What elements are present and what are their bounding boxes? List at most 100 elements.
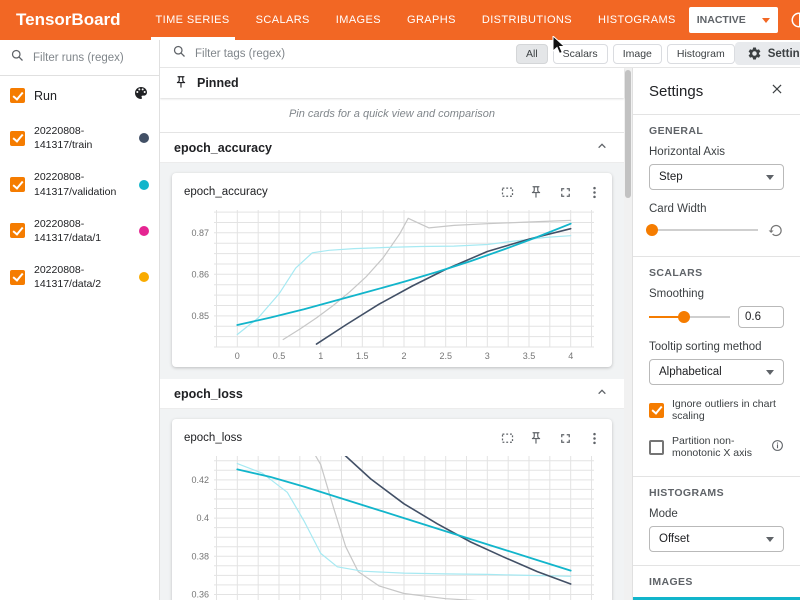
- tab-distributions[interactable]: DISTRIBUTIONS: [469, 0, 585, 40]
- run-checkbox[interactable]: [10, 131, 25, 146]
- filter-tags-input[interactable]: [195, 48, 504, 60]
- images-section-label: IMAGES: [633, 576, 800, 597]
- select-all-runs-checkbox[interactable]: [10, 88, 25, 103]
- chevron-down-icon: [762, 18, 770, 23]
- epoch-loss-chart[interactable]: 00.511.522.533.540.420.40.380.36: [182, 451, 602, 600]
- section-title: epoch_loss: [174, 387, 243, 401]
- close-icon[interactable]: [770, 82, 784, 100]
- checkbox-icon: [649, 440, 664, 455]
- run-checkbox[interactable]: [10, 223, 25, 238]
- run-label: 20220808-141317/data/2: [34, 263, 130, 291]
- runs-column-header: Run: [34, 89, 124, 103]
- pin-card-icon[interactable]: [528, 184, 544, 200]
- fit-to-data-icon[interactable]: [499, 184, 515, 200]
- run-color-dot: [139, 133, 149, 143]
- tab-label: TIME SERIES: [156, 14, 230, 26]
- svg-text:0.87: 0.87: [191, 228, 209, 238]
- svg-text:0.85: 0.85: [191, 311, 209, 321]
- partition-x-axis-checkbox[interactable]: Partition non-monotonic X axis: [633, 435, 800, 472]
- svg-text:1.5: 1.5: [356, 351, 369, 361]
- tab-label: HISTOGRAMS: [598, 14, 676, 26]
- section-title: epoch_accuracy: [174, 141, 272, 155]
- tab-scalars[interactable]: SCALARS: [243, 0, 323, 40]
- tab-label: DISTRIBUTIONS: [482, 14, 572, 26]
- nav-tabs: TIME SERIES SCALARS IMAGES GRAPHS DISTRI…: [143, 0, 689, 40]
- kebab-menu-icon[interactable]: [586, 184, 602, 200]
- settings-button[interactable]: Settings: [735, 42, 800, 65]
- pinned-empty-hint: Pin cards for a quick view and compariso…: [160, 98, 624, 133]
- ignore-outliers-checkbox[interactable]: Ignore outliers in chart scaling: [633, 398, 800, 435]
- tab-histograms[interactable]: HISTOGRAMS: [585, 0, 689, 40]
- settings-panel: Settings GENERAL Horizontal Axis Step Ca…: [632, 68, 800, 600]
- fullscreen-icon[interactable]: [557, 184, 573, 200]
- svg-text:0.5: 0.5: [273, 351, 286, 361]
- filter-runs-input[interactable]: [33, 52, 141, 64]
- cards-scroll-area: Pinned Pin cards for a quick view and co…: [160, 68, 632, 600]
- kebab-menu-icon[interactable]: [586, 430, 602, 446]
- card-width-slider[interactable]: [649, 223, 758, 237]
- select-value: Step: [659, 171, 683, 183]
- svg-text:2: 2: [401, 351, 406, 361]
- tab-graphs[interactable]: GRAPHS: [394, 0, 469, 40]
- run-header-row[interactable]: Run: [0, 76, 159, 115]
- status-dropdown[interactable]: INACTIVE: [689, 7, 778, 33]
- info-icon[interactable]: [771, 439, 784, 455]
- contrast-toggle-icon[interactable]: [789, 10, 800, 30]
- tab-time-series[interactable]: TIME SERIES: [143, 0, 243, 40]
- scrollbar-thumb[interactable]: [625, 70, 631, 198]
- svg-text:3: 3: [485, 351, 490, 361]
- pinned-title: Pinned: [197, 76, 239, 90]
- chip-scalars[interactable]: Scalars: [553, 44, 608, 64]
- histogram-mode-select[interactable]: Offset: [649, 526, 784, 552]
- run-item-data-2[interactable]: 20220808-141317/data/2: [0, 254, 159, 300]
- smoothing-label: Smoothing: [633, 288, 800, 306]
- pin-card-icon[interactable]: [528, 430, 544, 446]
- run-item-data-1[interactable]: 20220808-141317/data/1: [0, 208, 159, 254]
- tooltip-sorting-select[interactable]: Alphabetical: [649, 359, 784, 385]
- horizontal-axis-select[interactable]: Step: [649, 164, 784, 190]
- run-label: 20220808-141317/data/1: [34, 217, 130, 245]
- search-icon: [172, 44, 187, 64]
- fit-to-data-icon[interactable]: [499, 430, 515, 446]
- smoothing-value-input[interactable]: [738, 306, 784, 328]
- run-label: 20220808-141317/validation: [34, 170, 130, 198]
- chevron-up-icon[interactable]: [594, 138, 610, 157]
- slider-thumb[interactable]: [678, 311, 690, 323]
- section-header-epoch-loss[interactable]: epoch_loss: [160, 379, 624, 409]
- tooltip-sorting-label: Tooltip sorting method: [633, 341, 800, 359]
- tab-images[interactable]: IMAGES: [323, 0, 394, 40]
- svg-text:0.38: 0.38: [191, 551, 209, 561]
- chevron-up-icon[interactable]: [594, 384, 610, 403]
- status-label: INACTIVE: [697, 14, 746, 26]
- histograms-section-label: HISTOGRAMS: [633, 487, 800, 508]
- smoothing-slider[interactable]: [649, 310, 730, 324]
- scalars-section-label: SCALARS: [633, 267, 800, 288]
- card-title: epoch_loss: [182, 432, 499, 444]
- epoch-accuracy-chart[interactable]: 00.511.522.533.540.850.860.87: [182, 205, 602, 363]
- svg-text:0.86: 0.86: [191, 269, 209, 279]
- vertical-scrollbar[interactable]: [624, 68, 632, 600]
- svg-text:2.5: 2.5: [439, 351, 452, 361]
- scalar-card-epoch-accuracy: epoch_accuracy: [172, 173, 612, 367]
- svg-text:0: 0: [235, 351, 240, 361]
- chip-image[interactable]: Image: [613, 44, 662, 64]
- run-checkbox[interactable]: [10, 270, 25, 285]
- select-value: Offset: [659, 533, 689, 545]
- pin-icon: [174, 75, 188, 92]
- tab-label: IMAGES: [336, 14, 381, 26]
- run-item-validation[interactable]: 20220808-141317/validation: [0, 161, 159, 207]
- chip-all[interactable]: All: [516, 44, 548, 64]
- fullscreen-icon[interactable]: [557, 430, 573, 446]
- svg-text:0.4: 0.4: [196, 513, 209, 523]
- section-header-epoch-accuracy[interactable]: epoch_accuracy: [160, 133, 624, 163]
- slider-thumb[interactable]: [646, 224, 658, 236]
- run-item-train[interactable]: 20220808-141317/train: [0, 115, 159, 161]
- run-color-dot: [139, 272, 149, 282]
- tab-label: SCALARS: [256, 14, 310, 26]
- palette-icon[interactable]: [133, 85, 149, 106]
- chip-histogram[interactable]: Histogram: [667, 44, 735, 64]
- svg-text:0.36: 0.36: [191, 590, 209, 600]
- reset-icon[interactable]: [766, 221, 784, 239]
- run-color-dot: [139, 226, 149, 236]
- run-checkbox[interactable]: [10, 177, 25, 192]
